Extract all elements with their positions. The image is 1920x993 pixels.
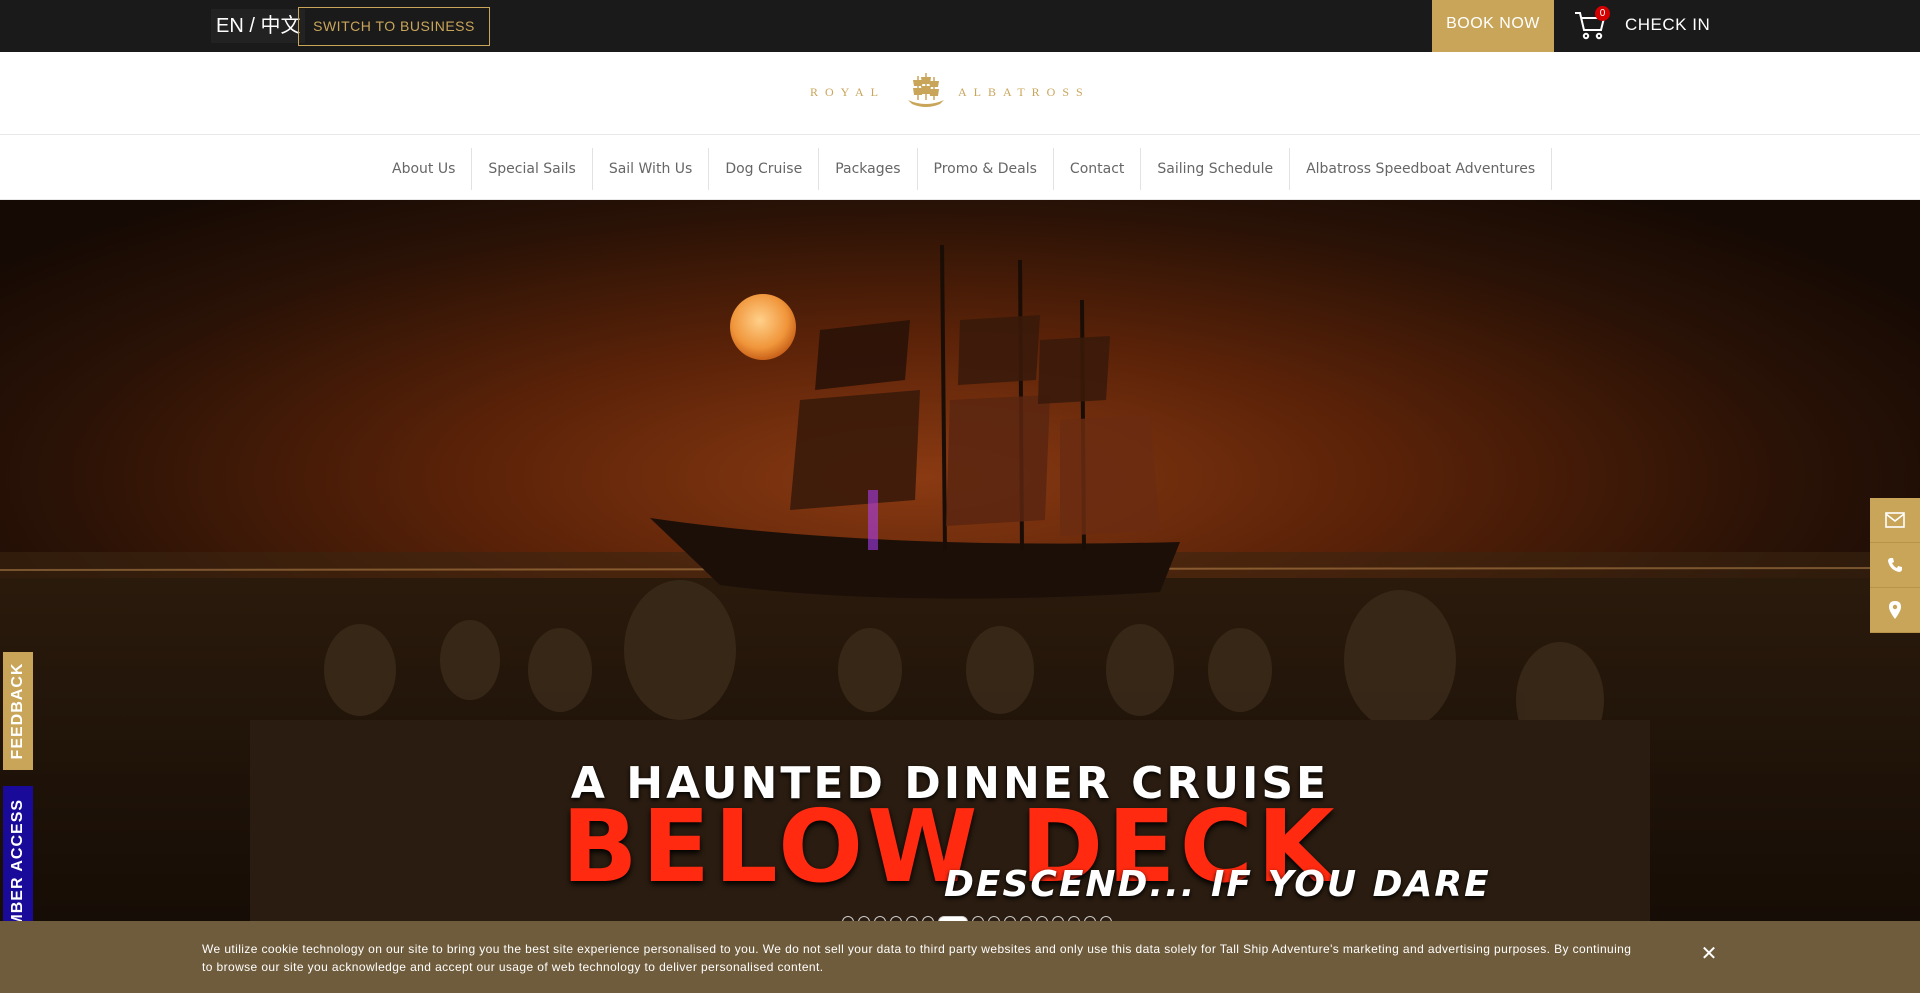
- nav-item-about-us[interactable]: About Us: [376, 148, 473, 190]
- feedback-tab[interactable]: FEEDBACK: [3, 652, 33, 770]
- ship-logo-icon: [908, 73, 944, 107]
- nav-item-promo-deals[interactable]: Promo & Deals: [918, 148, 1054, 190]
- book-now-button[interactable]: BOOK NOW: [1432, 0, 1554, 52]
- envelope-icon: [1885, 512, 1905, 528]
- hero-slider: A HAUNTED DINNER CRUISE BELOW DECK DESCE…: [0, 200, 1920, 993]
- location-button[interactable]: [1870, 588, 1920, 633]
- logo-text-royal: ROYAL: [810, 85, 886, 99]
- cookie-consent-text: We utilize cookie technology on our site…: [202, 942, 1632, 974]
- nav-item-special-sails[interactable]: Special Sails: [472, 148, 593, 190]
- language-switcher[interactable]: EN / 中文: [211, 9, 306, 43]
- main-navigation: About Us Special Sails Sail With Us Dog Cru…: [0, 136, 1920, 200]
- nav-list: About Us Special Sails Sail With Us Dog Cru…: [376, 148, 1553, 190]
- royal-albatross-logo[interactable]: ROYAL ALBATROSS: [810, 72, 1112, 110]
- hero-title-line3: DESCEND... IF YOU DARE: [944, 864, 1491, 905]
- switch-to-business-button[interactable]: SWITCH TO BUSINESS: [298, 7, 490, 46]
- nav-item-contact[interactable]: Contact: [1054, 148, 1142, 190]
- phone-icon: [1888, 558, 1902, 572]
- cart-count-badge: 0: [1595, 6, 1610, 21]
- close-icon[interactable]: ✕: [1700, 944, 1718, 964]
- nav-item-sailing-schedule[interactable]: Sailing Schedule: [1141, 148, 1291, 190]
- logo-text-albatross: ALBATROSS: [958, 85, 1090, 99]
- map-pin-icon: [1889, 601, 1901, 619]
- top-bar: EN / 中文 SWITCH TO BUSINESS BOOK NOW 0 CH…: [0, 0, 1920, 52]
- nav-item-sail-with-us[interactable]: Sail With Us: [593, 148, 710, 190]
- phone-button[interactable]: [1870, 543, 1920, 588]
- feedback-tab-label: FEEDBACK: [9, 662, 26, 760]
- nav-item-dog-cruise[interactable]: Dog Cruise: [709, 148, 820, 190]
- contact-quick-links: [1870, 498, 1920, 633]
- cookie-consent-bar: We utilize cookie technology on our site…: [0, 921, 1920, 993]
- check-in-link[interactable]: CHECK IN: [1625, 0, 1710, 52]
- email-button[interactable]: [1870, 498, 1920, 543]
- nav-item-packages[interactable]: Packages: [819, 148, 918, 190]
- logo-area: ROYAL ALBATROSS: [0, 52, 1920, 135]
- nav-item-albatross-speedboat-adventures[interactable]: Albatross Speedboat Adventures: [1290, 148, 1553, 190]
